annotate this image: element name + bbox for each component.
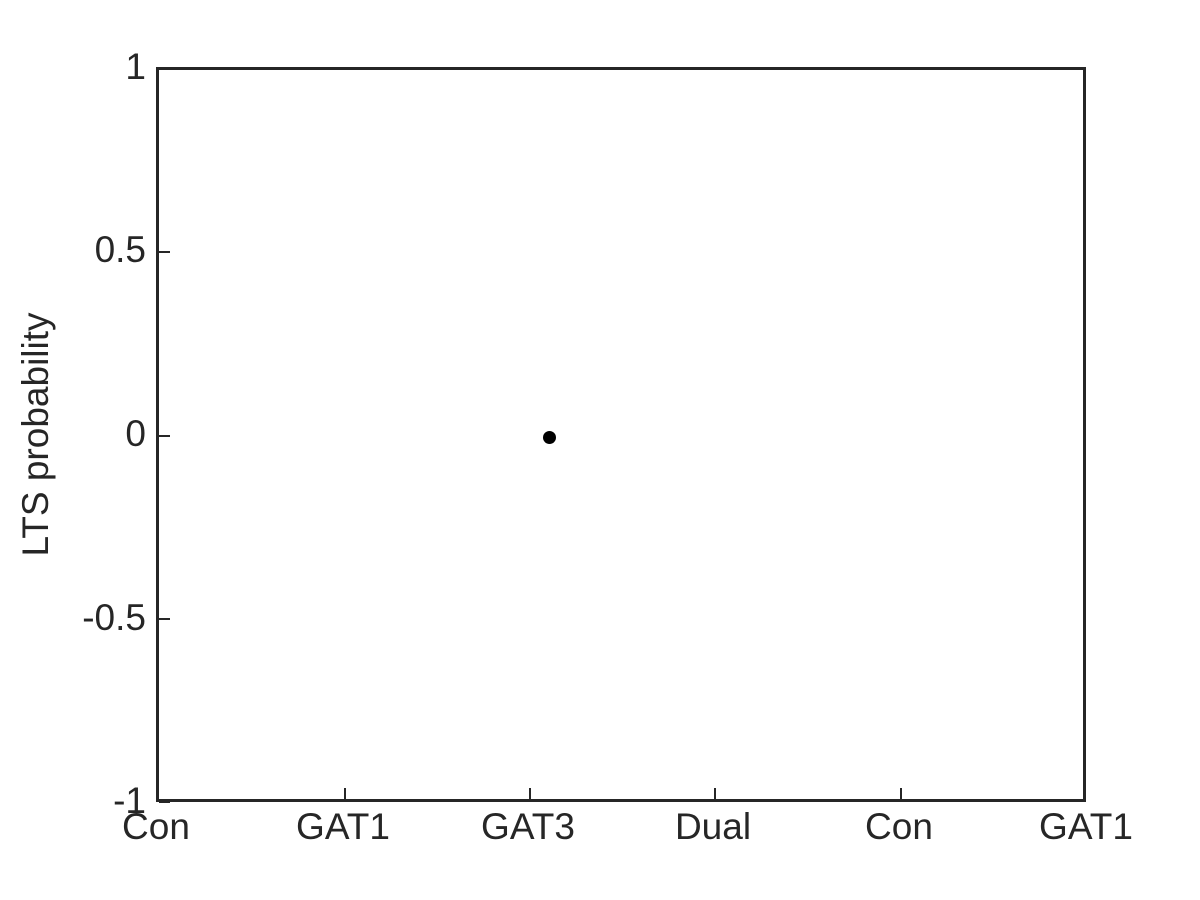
x-tick-mark — [714, 788, 716, 799]
y-tick-mark — [159, 435, 170, 437]
y-tick-label: -0.5 — [82, 597, 146, 638]
y-tick-label: 0.5 — [94, 229, 146, 270]
y-tick-mark — [159, 801, 170, 803]
x-tick-label: GAT1 — [1039, 806, 1133, 847]
x-tick-mark — [157, 788, 159, 799]
x-tick-mark — [900, 788, 902, 799]
y-tick-label: 0 — [125, 413, 146, 454]
data-point — [543, 431, 557, 444]
x-tick-mark — [344, 788, 346, 799]
y-tick-mark — [159, 618, 170, 620]
y-tick-mark — [159, 251, 170, 253]
x-tick-mark — [529, 788, 531, 799]
y-tick-mark — [159, 68, 170, 70]
plot-area — [156, 67, 1086, 803]
y-tick-label: 1 — [125, 46, 146, 87]
figure-canvas: LTS probability 1 0.5 0 -0.5 -1 Con GAT1… — [0, 0, 1200, 900]
x-tick-mark — [1084, 788, 1086, 799]
